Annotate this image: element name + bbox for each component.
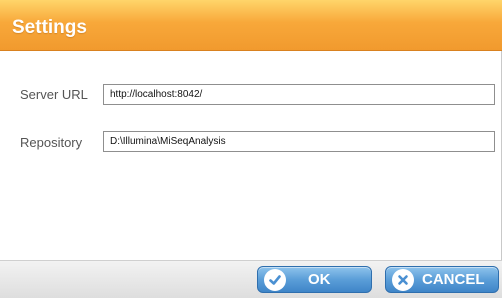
ok-button[interactable]: OK	[257, 266, 372, 293]
cancel-button-label: CANCEL	[422, 271, 485, 288]
cancel-button[interactable]: CANCEL	[385, 266, 499, 293]
settings-dialog: Settings Server URL Repository OK CANCEL	[0, 0, 502, 298]
repository-input[interactable]	[103, 131, 495, 152]
title-bar: Settings	[0, 0, 502, 51]
close-icon	[392, 268, 414, 291]
server-url-input[interactable]	[103, 84, 495, 105]
ok-button-label: OK	[308, 271, 331, 288]
repository-label: Repository	[20, 135, 83, 150]
check-icon	[264, 268, 286, 291]
server-url-label: Server URL	[20, 87, 88, 102]
dialog-footer: OK CANCEL	[0, 260, 502, 298]
dialog-title: Settings	[12, 17, 87, 38]
